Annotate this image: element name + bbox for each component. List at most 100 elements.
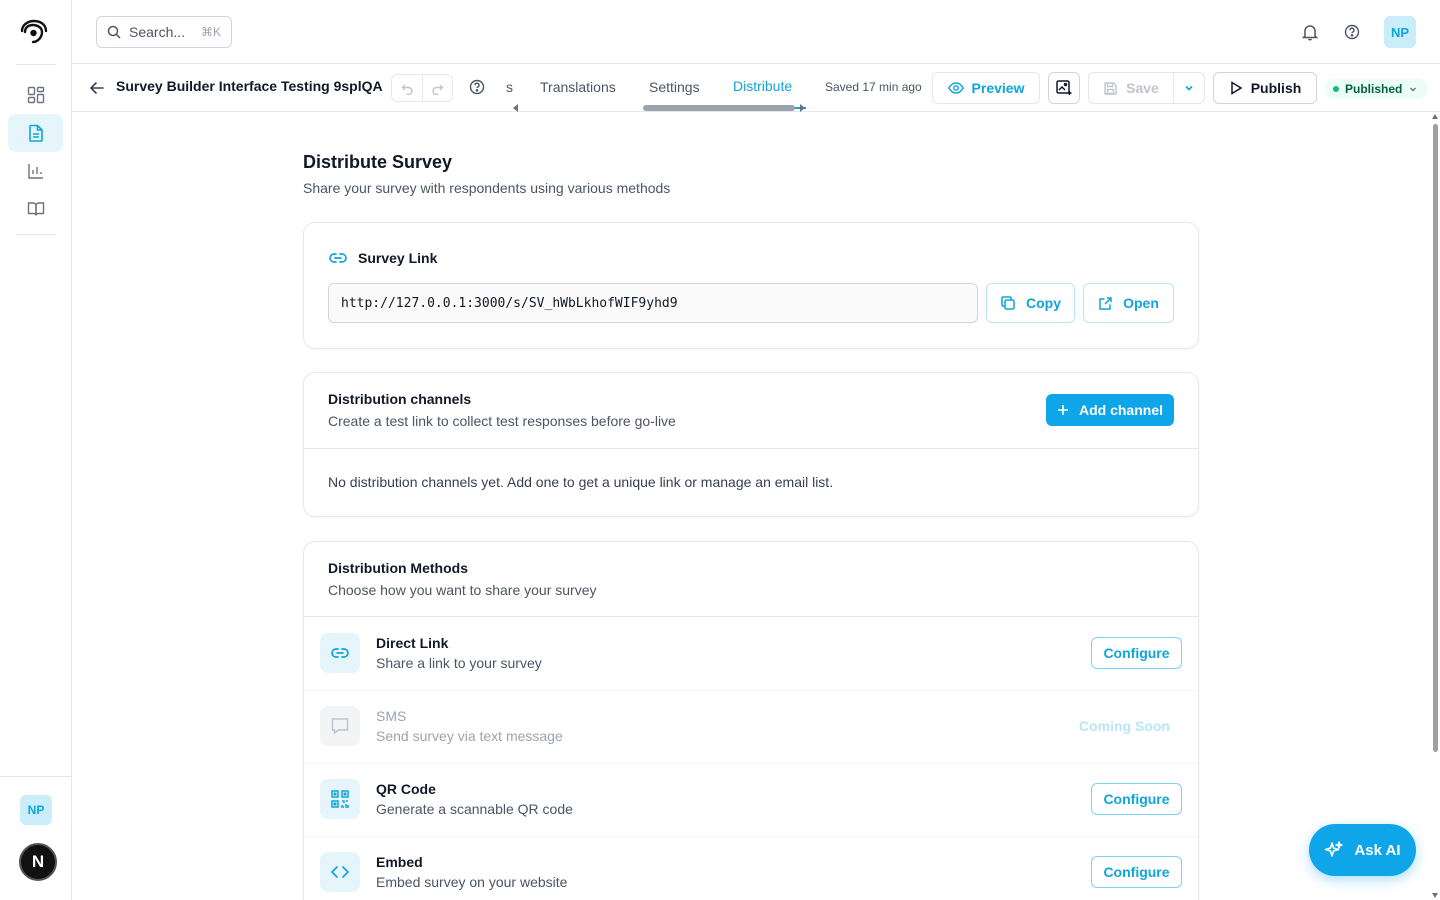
ask-ai-label: Ask AI [1354,841,1401,859]
channels-empty-state: No distribution channels yet. Add one to… [328,474,834,490]
method-qr-code: QR Code Generate a scannable QR code Con… [320,763,1182,835]
sidebar-item-analytics[interactable] [8,152,63,190]
save-icon [1104,81,1117,95]
distribution-methods-card: Distribution Methods Choose how you want… [303,541,1199,900]
page-scroll-thumb[interactable] [1433,124,1438,752]
book-icon [27,202,44,216]
scroll-down-icon[interactable] [1432,893,1438,898]
search-placeholder: Search... [129,24,186,40]
survey-url-field[interactable]: http://127.0.0.1:3000/s/SV_hWbLkhofWIF9y… [328,283,978,323]
tab-scroll-thumb[interactable] [643,105,795,111]
save-button[interactable]: Save [1088,72,1174,104]
sidebar-item-surveys[interactable] [8,114,63,152]
rail-bottom-divider [0,776,71,777]
survey-link-heading: Survey Link [328,248,437,268]
open-label: Open [1123,295,1159,311]
save-options-dropdown[interactable] [1173,72,1205,104]
status-dot [1333,86,1339,92]
ai-image-button[interactable] [1048,72,1080,104]
channels-subtitle: Create a test link to collect test respo… [328,413,676,429]
survey-link-title: Survey Link [358,250,438,266]
chart-icon [27,164,43,179]
preview-button[interactable]: Preview [932,72,1040,104]
chevron-down-icon [1410,87,1417,92]
methods-subtitle: Choose how you want to share your survey [328,582,597,598]
configure-embed-button[interactable]: Configure [1091,856,1182,888]
method-description: Share a link to your survey [376,655,542,671]
page-scrollbar[interactable] [1430,112,1440,900]
divider [304,448,1198,449]
user-avatar[interactable]: NP [1384,16,1416,48]
sparkles-icon [1325,841,1344,857]
method-sms: SMS Send survey via text message Coming … [320,690,1182,762]
rail-avatar[interactable]: NP [20,795,52,825]
status-label: Published [1345,82,1403,96]
redo-icon[interactable] [422,75,452,101]
undo-icon[interactable] [392,75,422,101]
top-right-actions: NP [1300,16,1416,48]
help-icon[interactable] [1342,22,1362,42]
eye-icon [947,82,964,94]
copy-icon [1001,296,1015,310]
app-logo-icon[interactable] [18,16,50,48]
method-description: Generate a scannable QR code [376,801,573,817]
search-input[interactable]: Search... ⌘K [96,16,232,48]
document-icon [28,124,43,142]
play-icon [1230,81,1243,95]
save-status: Saved 17 min ago [825,80,922,94]
rail-divider [16,64,56,65]
back-arrow-icon[interactable] [88,78,108,98]
publish-label: Publish [1250,80,1302,96]
help-circle-icon[interactable] [469,78,487,96]
coming-soon-label: Coming Soon [1079,718,1170,734]
link-icon [320,633,360,673]
method-description: Send survey via text message [376,728,563,744]
undo-redo-group [391,74,453,102]
distribution-channels-card: Distribution channels Create a test link… [303,372,1199,517]
scroll-left-icon[interactable] [513,104,518,112]
dashboard-icon [27,86,44,104]
left-rail: NP N [0,0,72,900]
tab-translations[interactable]: Translations [526,72,630,102]
method-embed: Embed Embed survey on your website Confi… [320,836,1182,900]
status-badge[interactable]: Published [1325,79,1429,99]
method-name: Embed [376,854,423,870]
ask-ai-button[interactable]: Ask AI [1309,824,1416,876]
copy-button[interactable]: Copy [986,283,1075,323]
method-name: Direct Link [376,635,449,651]
open-button[interactable]: Open [1083,283,1174,323]
tab-scrollbar[interactable] [513,104,805,112]
preview-label: Preview [971,80,1025,96]
save-label: Save [1126,80,1159,96]
external-link-icon [1099,296,1112,310]
configure-direct-link-button[interactable]: Configure [1091,637,1182,669]
scroll-up-icon[interactable] [1432,114,1438,119]
search-icon [107,25,121,39]
link-icon [329,253,347,263]
image-sparkle-icon [1056,80,1072,95]
chevron-down-icon [1185,85,1193,91]
tab-settings[interactable]: Settings [635,72,714,102]
methods-title: Distribution Methods [328,560,468,576]
bell-icon[interactable] [1300,22,1320,42]
configure-qr-code-button[interactable]: Configure [1091,783,1182,815]
channels-title: Distribution channels [328,391,472,407]
sidebar-item-dashboard[interactable] [8,76,63,114]
method-description: Embed survey on your website [376,874,568,890]
n-badge[interactable]: N [19,843,57,881]
search-shortcut: ⌘K [200,25,221,39]
page-title: Distribute Survey [303,152,453,172]
message-icon [320,706,360,746]
method-name: QR Code [376,781,436,797]
sidebar-item-library[interactable] [8,190,63,228]
qr-code-icon [320,779,360,819]
method-direct-link: Direct Link Share a link to your survey … [320,617,1182,689]
publish-button[interactable]: Publish [1213,72,1317,104]
tab-partial[interactable]: s [506,72,513,102]
rail-divider [16,234,56,235]
method-name: SMS [376,708,407,724]
scroll-right-icon[interactable] [800,104,805,112]
add-channel-button[interactable]: Add channel [1046,394,1174,426]
plus-icon [1057,405,1068,415]
survey-link-card: Survey Link http://127.0.0.1:3000/s/SV_h… [303,222,1199,349]
